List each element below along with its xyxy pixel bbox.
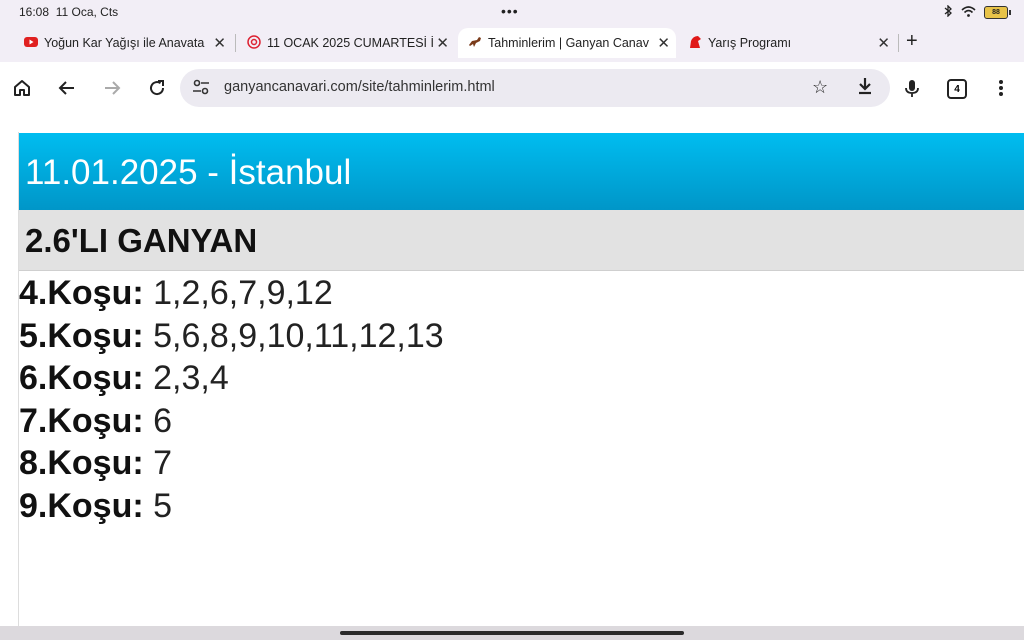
tab-count-button[interactable]: 4: [947, 79, 967, 99]
download-icon[interactable]: [856, 76, 874, 101]
address-bar[interactable]: ganyancanavari.com/site/tahminlerim.html…: [180, 69, 890, 107]
race-row: 4.Koşu: 1,2,6,7,9,12: [19, 272, 444, 315]
page-header: 11.01.2025 - İstanbul: [19, 133, 1024, 210]
site-settings-icon[interactable]: [192, 79, 210, 98]
race-label: 8.Koşu:: [19, 444, 144, 482]
race-label: 9.Koşu:: [19, 486, 144, 525]
race-picks: 5,6,8,9,10,11,12,13: [153, 316, 444, 355]
tab-tahminlerim[interactable]: Tahminlerim | Ganyan Canav ✕: [458, 28, 676, 58]
reload-icon[interactable]: [145, 76, 169, 100]
race-row: 5.Koşu: 5,6,8,9,10,11,12,13: [19, 315, 444, 358]
page-title: 11.01.2025 - İstanbul: [25, 153, 352, 192]
section-title: 2.6'LI GANYAN: [25, 222, 258, 259]
race-picks: 1,2,6,7,9,12: [153, 274, 333, 312]
window-menu-dots-icon[interactable]: •••: [501, 3, 519, 19]
close-tab-icon[interactable]: ✕: [213, 34, 226, 52]
race-row: 9.Koşu: 5: [19, 485, 444, 528]
browser-toolbar: ganyancanavari.com/site/tahminlerim.html…: [0, 62, 1024, 114]
tab-yaris-programi[interactable]: Yarış Programı ✕: [678, 28, 896, 58]
race-picks: 2,3,4: [153, 359, 229, 397]
microphone-icon[interactable]: [900, 76, 924, 100]
tab-title: Tahminlerim | Ganyan Canav: [488, 36, 649, 50]
race-row: 8.Koşu: 7: [19, 442, 444, 485]
race-picks: 6: [153, 401, 173, 440]
tab-divider: [898, 34, 899, 52]
tab-title: Yarış Programı: [708, 36, 792, 50]
race-label: 5.Koşu:: [19, 316, 144, 355]
race-picks: 5: [153, 486, 173, 525]
bluetooth-icon: [943, 4, 953, 20]
horse-icon: [468, 36, 482, 51]
url-text[interactable]: ganyancanavari.com/site/tahminlerim.html: [224, 79, 495, 95]
page-content: 11.01.2025 - İstanbul 2.6'LI GANYAN 4.Ko…: [0, 114, 1024, 626]
home-gesture-handle[interactable]: [340, 631, 684, 635]
race-label: 6.Koşu:: [19, 359, 144, 397]
race-label: 4.Koşu:: [19, 274, 144, 312]
gesture-nav-bar: [0, 626, 1024, 640]
close-tab-icon[interactable]: ✕: [657, 34, 670, 52]
back-icon[interactable]: [55, 76, 79, 100]
race-list: 4.Koşu: 1,2,6,7,9,12 5.Koşu: 5,6,8,9,10,…: [19, 272, 444, 527]
battery-icon: 88: [984, 6, 1011, 19]
close-tab-icon[interactable]: ✕: [877, 34, 890, 52]
race-label: 7.Koşu:: [19, 401, 144, 440]
tab-strip: Yoğun Kar Yağışı ile Anavata ✕ 11 OCAK 2…: [0, 26, 1024, 62]
tab-title: Yoğun Kar Yağışı ile Anavata: [44, 36, 205, 50]
forward-icon[interactable]: [100, 76, 124, 100]
section-header: 2.6'LI GANYAN: [19, 210, 1024, 271]
race-row: 7.Koşu: 6: [19, 400, 444, 443]
home-icon[interactable]: [10, 76, 34, 100]
bookmark-star-icon[interactable]: ☆: [812, 77, 828, 98]
youtube-icon: [24, 36, 38, 50]
tab-race-program[interactable]: 11 OCAK 2025 CUMARTESİ İ ✕: [237, 28, 455, 58]
tab-divider: [235, 34, 236, 52]
wifi-icon: [961, 5, 976, 20]
status-bar: 16:08 11 Oca, Cts ••• 88: [0, 0, 1024, 26]
spinner-logo-icon: [247, 34, 261, 52]
status-time: 16:08 11 Oca, Cts: [19, 5, 119, 19]
tab-youtube[interactable]: Yoğun Kar Yağışı ile Anavata ✕: [14, 28, 232, 58]
race-picks: 7: [153, 444, 173, 482]
menu-icon[interactable]: [989, 76, 1013, 100]
race-row: 6.Koşu: 2,3,4: [19, 357, 444, 400]
close-tab-icon[interactable]: ✕: [436, 34, 449, 52]
tab-title: 11 OCAK 2025 CUMARTESİ İ: [267, 36, 433, 50]
red-horse-icon: [688, 35, 702, 52]
new-tab-button[interactable]: +: [906, 30, 918, 53]
